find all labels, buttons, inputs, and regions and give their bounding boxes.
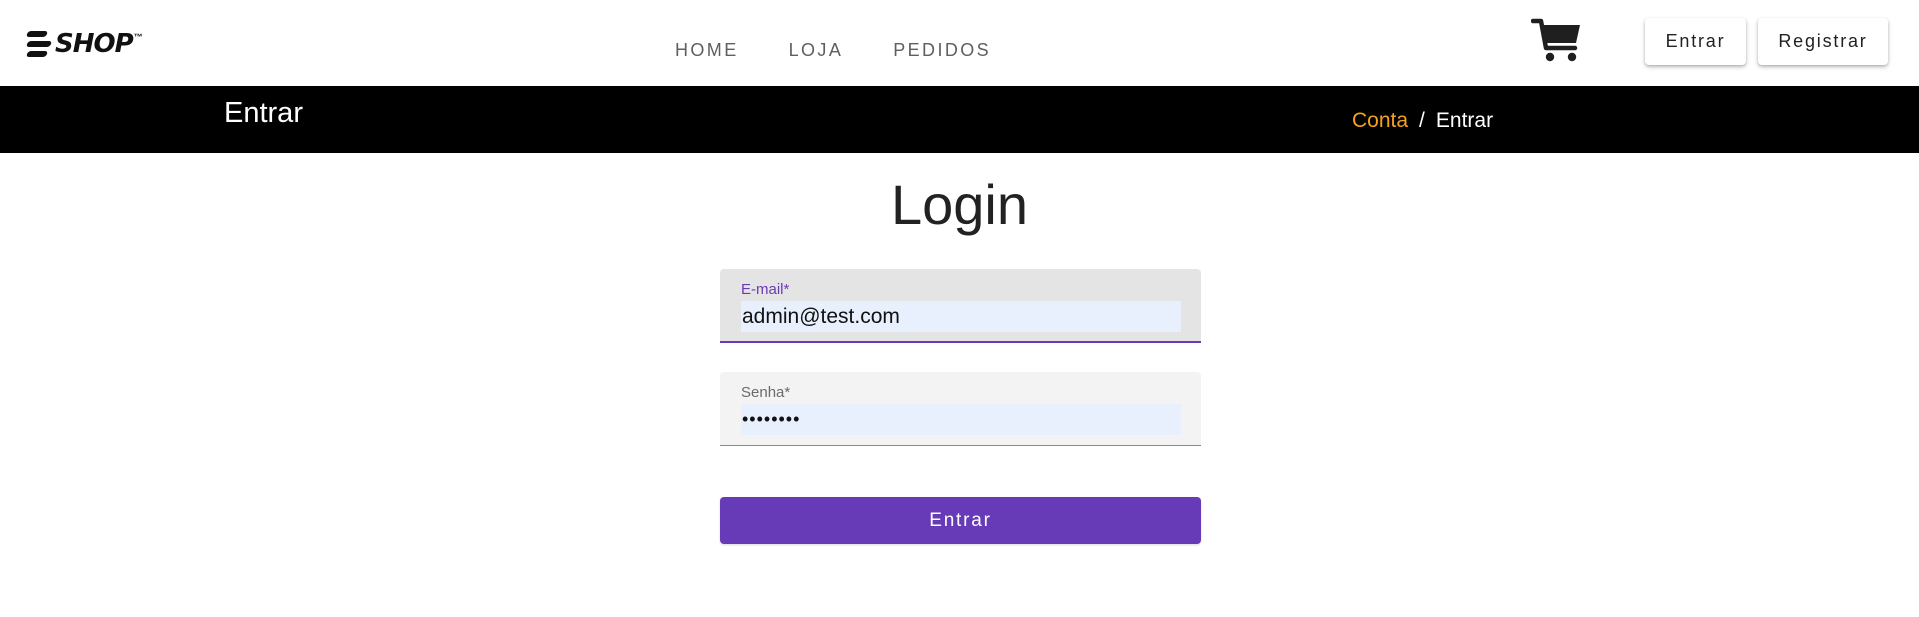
nav-home-link[interactable]: HOME [675, 39, 739, 61]
email-field[interactable]: E-mail* [720, 269, 1201, 343]
eshop-logo[interactable]: SHOP ™ [25, 26, 157, 62]
breadcrumb-conta-link[interactable]: Conta [1352, 108, 1408, 134]
header-register-button[interactable]: Registrar [1758, 18, 1888, 65]
logo-text: SHOP [55, 29, 134, 59]
nav-pedidos-link[interactable]: PEDIDOS [893, 39, 991, 61]
main-nav: HOME LOJA PEDIDOS [675, 39, 1041, 61]
header-login-button[interactable]: Entrar [1645, 18, 1746, 65]
breadcrumb-separator: / [1419, 109, 1425, 132]
password-input[interactable] [741, 404, 1181, 435]
login-submit-button[interactable]: Entrar [720, 497, 1201, 544]
password-label: Senha* [741, 384, 791, 401]
login-heading: Login [890, 173, 1029, 236]
top-header: SHOP ™ HOME LOJA PEDIDOS Entrar Registra… [0, 0, 1919, 86]
password-field[interactable]: Senha* [720, 372, 1201, 446]
logo-mark-icon [25, 29, 53, 59]
shopping-cart-icon[interactable] [1530, 18, 1583, 64]
breadcrumb: Conta / Entrar [1352, 108, 1493, 134]
breadcrumb-current: Entrar [1435, 109, 1494, 132]
email-label: E-mail* [741, 281, 790, 298]
page-title: Entrar [224, 97, 303, 129]
page-title-band: Entrar Conta / Entrar [0, 86, 1919, 153]
nav-loja-link[interactable]: LOJA [789, 39, 844, 61]
logo-trademark: ™ [133, 32, 143, 42]
email-input[interactable] [741, 301, 1181, 332]
